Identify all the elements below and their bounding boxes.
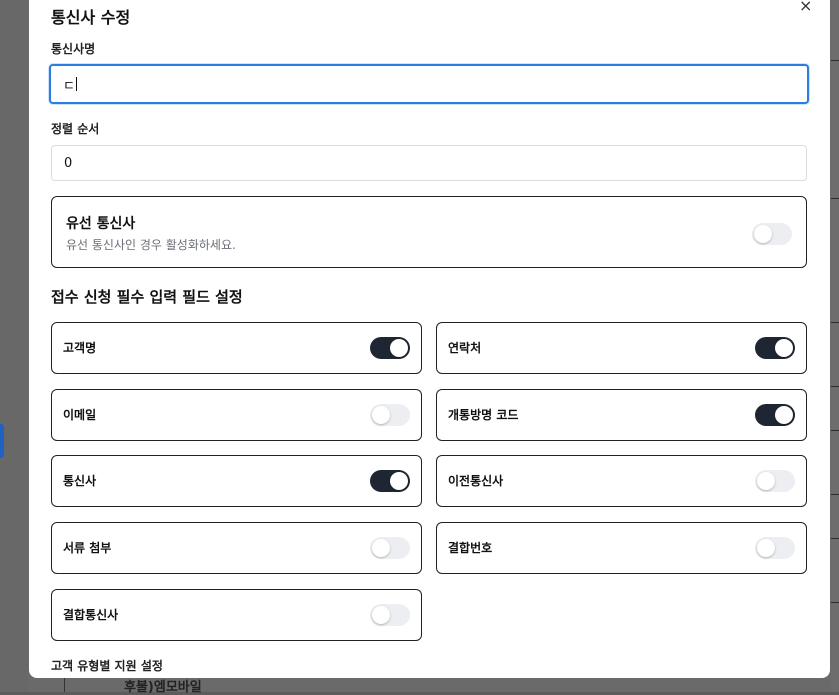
required-field-label: 통신사 [63,474,97,488]
carrier-name-input[interactable]: ㄷ [49,64,809,104]
wired-carrier-card: 유선 통신사 유선 통신사인 경우 활성화하세요. [51,196,807,268]
required-field-carrier: 통신사 [51,455,422,507]
required-field-label: 이전통신사 [448,474,504,488]
required-field-document-attachment: 서류 첨부 [51,522,422,574]
toggle-knob [775,339,793,357]
required-field-label: 결합통신사 [63,608,119,622]
required-field-bundle-carrier: 결합통신사 [51,589,422,641]
customer-type-section-title: 고객 유형별 지원 설정 [51,659,163,673]
toggle-knob [372,606,390,624]
toggle-knob [775,406,793,424]
required-field-label: 개통방명 코드 [448,408,519,422]
close-icon[interactable]: × [799,0,812,14]
customer-name-toggle[interactable] [370,337,410,359]
sort-order-input[interactable]: 0 [51,145,807,181]
wired-carrier-description: 유선 통신사인 경우 활성화하세요. [66,238,236,252]
sort-order-label: 정렬 순서 [51,122,100,136]
carrier-name-label: 통신사명 [51,42,96,56]
bundle-carrier-toggle[interactable] [370,604,410,626]
toggle-knob [372,539,390,557]
email-toggle[interactable] [370,404,410,426]
required-field-bundle-number: 결합번호 [436,522,807,574]
contact-toggle[interactable] [755,337,795,359]
toggle-knob [757,539,775,557]
toggle-knob [754,225,772,243]
activation-code-toggle[interactable] [755,404,795,426]
required-field-contact: 연락처 [436,322,807,374]
required-field-email: 이메일 [51,389,422,441]
wired-carrier-title: 유선 통신사 [66,216,136,232]
background-sidebar [0,0,28,692]
document-attachment-toggle[interactable] [370,537,410,559]
sort-order-value: 0 [64,155,73,171]
required-field-previous-carrier: 이전통신사 [436,455,807,507]
toggle-knob [757,472,775,490]
background-row-text: 후불)엠모바일 [124,680,202,695]
required-field-customer-name: 고객명 [51,322,422,374]
toggle-knob [390,472,408,490]
required-field-activation-code: 개통방명 코드 [436,389,807,441]
background-table-edge [831,0,839,692]
required-fields-section-title: 접수 신청 필수 입력 필드 설정 [51,288,243,306]
required-field-label: 서류 첨부 [63,541,112,555]
required-field-label: 결합번호 [448,541,493,555]
previous-carrier-toggle[interactable] [755,470,795,492]
text-caret [75,77,77,91]
required-field-label: 연락처 [448,341,482,355]
wired-carrier-toggle[interactable] [752,223,792,245]
carrier-name-value: ㄷ [63,78,75,94]
modal-title: 통신사 수정 [51,8,131,27]
carrier-toggle[interactable] [370,470,410,492]
toggle-knob [372,406,390,424]
edit-carrier-modal: 통신사 수정 × 통신사명 ㄷ 정렬 순서 0 유선 통신사 유선 통신사인 경… [29,0,830,678]
background-sidebar-active-indicator [0,424,4,458]
required-field-label: 이메일 [63,408,97,422]
required-field-label: 고객명 [63,341,97,355]
bundle-number-toggle[interactable] [755,537,795,559]
toggle-knob [390,339,408,357]
